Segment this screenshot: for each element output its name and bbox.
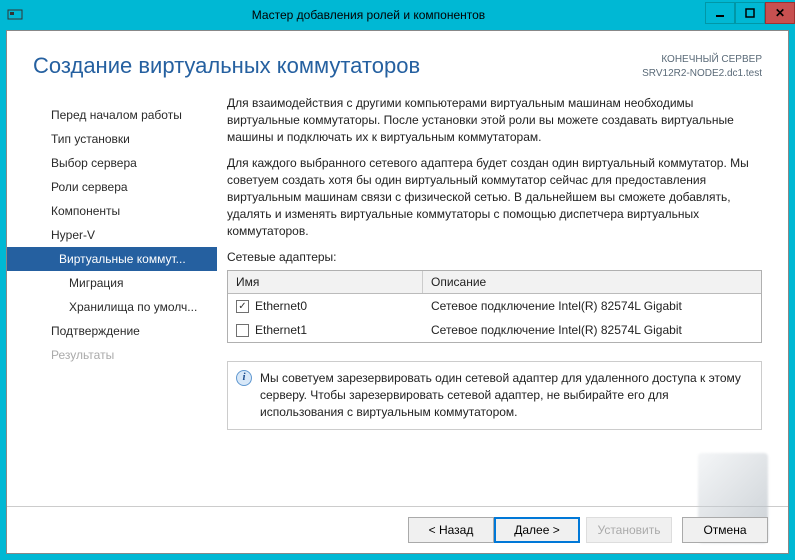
- wizard-frame: Создание виртуальных коммутаторов КОНЕЧН…: [6, 30, 789, 554]
- back-button[interactable]: < Назад: [408, 517, 494, 543]
- nav-hyper-v[interactable]: Hyper-V: [7, 223, 217, 247]
- next-button[interactable]: Далее >: [494, 517, 580, 543]
- table-row[interactable]: Ethernet1 Сетевое подключение Intel(R) 8…: [228, 318, 761, 342]
- nav-migration[interactable]: Миграция: [7, 271, 217, 295]
- adapters-table: Имя Описание ✓ Ethernet0 Сетевое подключ…: [227, 270, 762, 343]
- wizard-content: Для взаимодействия с другими компьютерам…: [217, 95, 762, 453]
- nav-default-stores[interactable]: Хранилища по умолч...: [7, 295, 217, 319]
- column-header-name[interactable]: Имя: [228, 271, 423, 293]
- target-server-info: КОНЕЧНЫЙ СЕРВЕР SRV12R2-NODE2.dc1.test: [642, 53, 762, 81]
- adapter-desc: Сетевое подключение Intel(R) 82574L Giga…: [423, 321, 761, 339]
- nav-before-you-begin[interactable]: Перед началом работы: [7, 103, 217, 127]
- app-icon: [6, 6, 24, 24]
- cancel-button[interactable]: Отмена: [682, 517, 768, 543]
- info-text: Мы советуем зарезервировать один сетевой…: [260, 370, 751, 420]
- window-title: Мастер добавления ролей и компонентов: [32, 8, 705, 22]
- title-bar: Мастер добавления ролей и компонентов ✕: [0, 0, 795, 30]
- nav-installation-type[interactable]: Тип установки: [7, 127, 217, 151]
- intro-paragraph-2: Для каждого выбранного сетевого адаптера…: [227, 155, 762, 239]
- info-icon: i: [236, 370, 252, 386]
- nav-server-roles[interactable]: Роли сервера: [7, 175, 217, 199]
- nav-server-selection[interactable]: Выбор сервера: [7, 151, 217, 175]
- install-button: Установить: [586, 517, 672, 543]
- table-header: Имя Описание: [228, 271, 761, 294]
- minimize-button[interactable]: [705, 2, 735, 24]
- page-title: Создание виртуальных коммутаторов: [33, 53, 642, 79]
- checkbox-icon[interactable]: ✓: [236, 300, 249, 313]
- adapter-name: Ethernet1: [255, 323, 307, 337]
- close-button[interactable]: ✕: [765, 2, 795, 24]
- wizard-header: Создание виртуальных коммутаторов КОНЕЧН…: [7, 31, 788, 95]
- checkbox-icon[interactable]: [236, 324, 249, 337]
- nav-confirmation[interactable]: Подтверждение: [7, 319, 217, 343]
- nav-results: Результаты: [7, 343, 217, 367]
- adapters-label: Сетевые адаптеры:: [227, 249, 762, 266]
- wizard-footer: < Назад Далее > Установить Отмена: [7, 506, 788, 553]
- wizard-body: Перед началом работы Тип установки Выбор…: [7, 95, 788, 453]
- table-row[interactable]: ✓ Ethernet0 Сетевое подключение Intel(R)…: [228, 294, 761, 318]
- adapter-desc: Сетевое подключение Intel(R) 82574L Giga…: [423, 297, 761, 315]
- column-header-desc[interactable]: Описание: [423, 271, 761, 293]
- intro-paragraph-1: Для взаимодействия с другими компьютерам…: [227, 95, 762, 145]
- nav-virtual-switches[interactable]: Виртуальные коммут...: [7, 247, 217, 271]
- server-name: SRV12R2-NODE2.dc1.test: [642, 67, 762, 81]
- info-box: i Мы советуем зарезервировать один сетев…: [227, 361, 762, 429]
- wizard-nav: Перед началом работы Тип установки Выбор…: [7, 95, 217, 453]
- window-controls: ✕: [705, 6, 795, 24]
- maximize-button[interactable]: [735, 2, 765, 24]
- nav-features[interactable]: Компоненты: [7, 199, 217, 223]
- adapter-name: Ethernet0: [255, 299, 307, 313]
- server-label: КОНЕЧНЫЙ СЕРВЕР: [642, 53, 762, 67]
